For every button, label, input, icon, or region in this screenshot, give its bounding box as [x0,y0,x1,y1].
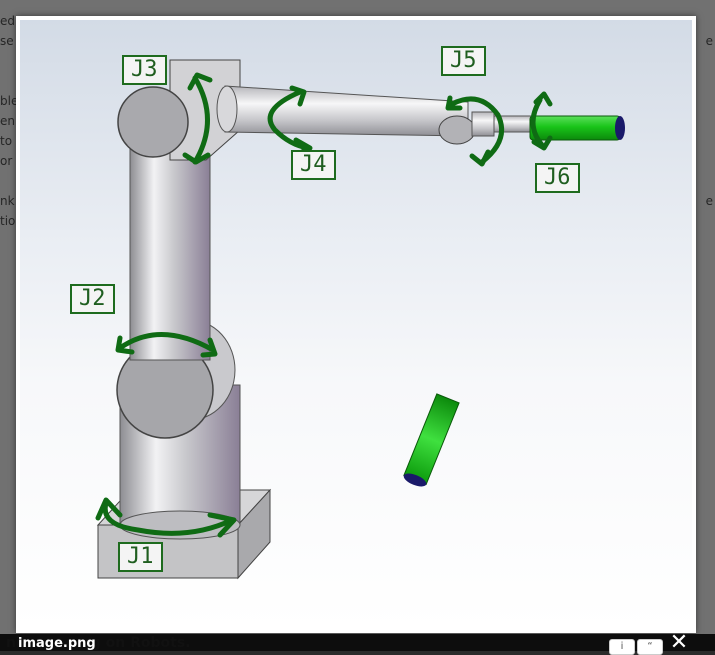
joint-label-j2: J2 [70,284,115,314]
robot-arm-illustration [95,59,625,580]
image-filename: image.png [18,636,96,651]
info-icon[interactable]: i [609,639,635,655]
joint-label-j4: J4 [291,150,336,180]
joint-label-j6: J6 [535,163,580,193]
close-icon[interactable]: ✕ [664,632,694,654]
joint-label-j3: J3 [122,55,167,85]
joint-label-j5: J5 [441,46,486,76]
image-viewer-modal: J3 J5 J4 J6 J2 J1 [16,16,696,633]
joint-label-j1: J1 [118,542,163,572]
image-viewport: J3 J5 J4 J6 J2 J1 [20,20,692,629]
quote-icon[interactable]: “ [637,639,663,655]
